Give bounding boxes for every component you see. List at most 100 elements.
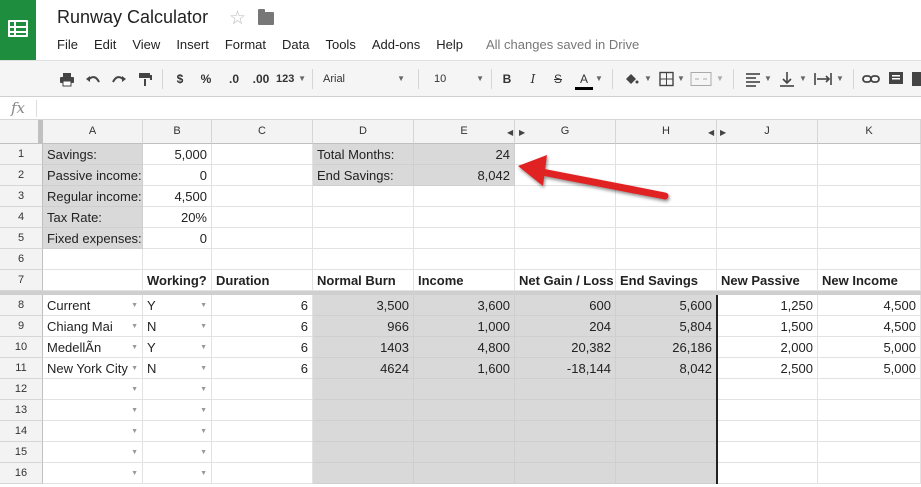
empty-cell[interactable] <box>143 249 212 270</box>
empty-cell[interactable] <box>717 463 818 484</box>
folder-icon[interactable] <box>258 9 274 25</box>
table-cell[interactable]: 5,000 <box>818 337 921 358</box>
empty-cell[interactable] <box>212 442 313 463</box>
validation-dropdown-icon[interactable]: ▼ <box>131 295 138 315</box>
table-cell[interactable]: 1,500 <box>717 316 818 337</box>
location-cell[interactable]: Chiang Mai ▼ <box>43 316 143 337</box>
empty-cell[interactable] <box>212 186 313 207</box>
shaded-cell[interactable] <box>515 400 616 421</box>
validation-dropdown-icon[interactable]: ▼ <box>200 358 207 378</box>
shaded-cell[interactable] <box>414 442 515 463</box>
empty-cell[interactable] <box>717 228 818 249</box>
text-wrap-icon[interactable] <box>814 70 832 88</box>
row-header-14[interactable]: 14 <box>0 421 43 442</box>
total-months-label[interactable]: Total Months: <box>313 144 414 165</box>
table-cell[interactable]: 5,000 <box>818 358 921 379</box>
star-icon[interactable]: ☆ <box>229 7 246 30</box>
empty-cell[interactable] <box>212 400 313 421</box>
more-formats-dropdown[interactable]: 123 ▼ <box>276 70 306 88</box>
empty-cell[interactable] <box>616 144 717 165</box>
decrease-decimal-button[interactable]: .0 <box>224 70 244 88</box>
row-header-5[interactable]: 5 <box>0 228 43 249</box>
dropdown-cell[interactable]: ▼ <box>43 379 143 400</box>
shaded-cell[interactable] <box>414 379 515 400</box>
shaded-cell[interactable] <box>616 421 717 442</box>
empty-cell[interactable] <box>212 165 313 186</box>
shaded-cell[interactable] <box>515 442 616 463</box>
hidden-column-right-icon[interactable]: ▶ <box>519 128 525 137</box>
column-header-a[interactable]: A <box>43 120 143 144</box>
chevron-down-icon[interactable]: ▼ <box>836 70 844 88</box>
hidden-column-left-icon[interactable]: ◀ <box>507 128 513 137</box>
empty-cell[interactable] <box>414 207 515 228</box>
empty-cell[interactable] <box>717 249 818 270</box>
column-header-d[interactable]: D <box>313 120 414 144</box>
empty-cell[interactable] <box>212 144 313 165</box>
table-cell[interactable]: 966 <box>313 316 414 337</box>
menu-view[interactable]: View <box>132 37 160 52</box>
dropdown-cell[interactable]: ▼ <box>43 463 143 484</box>
row-header-10[interactable]: 10 <box>0 337 43 358</box>
shaded-cell[interactable] <box>313 379 414 400</box>
row-header-13[interactable]: 13 <box>0 400 43 421</box>
shaded-cell[interactable] <box>616 442 717 463</box>
table-cell[interactable]: 1,250 <box>717 295 818 316</box>
validation-dropdown-icon[interactable]: ▼ <box>200 400 207 420</box>
shaded-cell[interactable] <box>515 421 616 442</box>
shaded-cell[interactable] <box>414 400 515 421</box>
input-value-5[interactable]: 0 <box>143 228 212 249</box>
empty-cell[interactable] <box>818 463 921 484</box>
empty-cell[interactable] <box>414 186 515 207</box>
empty-cell[interactable] <box>43 270 143 291</box>
hidden-column-right-icon[interactable]: ▶ <box>720 128 726 137</box>
validation-dropdown-icon[interactable]: ▼ <box>131 379 138 399</box>
table-cell[interactable]: 5,600 <box>616 295 717 316</box>
empty-cell[interactable] <box>313 207 414 228</box>
row-header-6[interactable]: 6 <box>0 249 43 270</box>
empty-cell[interactable] <box>818 228 921 249</box>
validation-dropdown-icon[interactable]: ▼ <box>131 421 138 441</box>
strikethrough-button[interactable]: S <box>552 70 564 88</box>
shaded-cell[interactable] <box>616 400 717 421</box>
table-cell[interactable]: 1403 <box>313 337 414 358</box>
table-cell[interactable]: 8,042 <box>616 358 717 379</box>
fill-color-icon[interactable] <box>623 70 639 88</box>
input-label-4[interactable]: Tax Rate: <box>43 207 143 228</box>
empty-cell[interactable] <box>616 249 717 270</box>
document-title[interactable]: Runway Calculator <box>57 7 208 28</box>
validation-dropdown-icon[interactable]: ▼ <box>131 337 138 357</box>
menu-insert[interactable]: Insert <box>176 37 209 52</box>
shaded-cell[interactable] <box>414 463 515 484</box>
table-cell[interactable]: Y ▼ <box>143 295 212 316</box>
print-icon[interactable] <box>59 70 75 88</box>
shaded-cell[interactable] <box>313 400 414 421</box>
empty-cell[interactable] <box>818 165 921 186</box>
menu-format[interactable]: Format <box>225 37 266 52</box>
empty-cell[interactable] <box>212 249 313 270</box>
dropdown-cell[interactable]: ▼ <box>43 400 143 421</box>
empty-cell[interactable] <box>212 463 313 484</box>
chevron-down-icon[interactable]: ▼ <box>764 70 772 88</box>
empty-cell[interactable] <box>212 421 313 442</box>
row-header-16[interactable]: 16 <box>0 463 43 484</box>
table-cell[interactable]: 26,186 <box>616 337 717 358</box>
table-cell[interactable]: 600 <box>515 295 616 316</box>
location-cell[interactable]: Current ▼ <box>43 295 143 316</box>
table-header-g[interactable]: Net Gain / Loss <box>515 270 616 291</box>
table-header-c[interactable]: Duration <box>212 270 313 291</box>
row-header-7[interactable]: 7 <box>0 270 43 291</box>
text-color-button[interactable]: A <box>575 70 593 90</box>
table-cell[interactable]: 20,382 <box>515 337 616 358</box>
table-header-j[interactable]: New Passive <box>717 270 818 291</box>
table-header-h[interactable]: End Savings <box>616 270 717 291</box>
table-cell[interactable]: 5,804 <box>616 316 717 337</box>
shaded-cell[interactable] <box>515 379 616 400</box>
row-header-15[interactable]: 15 <box>0 442 43 463</box>
dropdown-cell[interactable]: ▼ <box>143 463 212 484</box>
table-cell[interactable]: 2,000 <box>717 337 818 358</box>
table-cell[interactable]: Y ▼ <box>143 337 212 358</box>
dropdown-cell[interactable]: ▼ <box>143 400 212 421</box>
redo-icon[interactable] <box>111 70 127 88</box>
row-header-8[interactable]: 8 <box>0 295 43 316</box>
column-header-b[interactable]: B <box>143 120 212 144</box>
